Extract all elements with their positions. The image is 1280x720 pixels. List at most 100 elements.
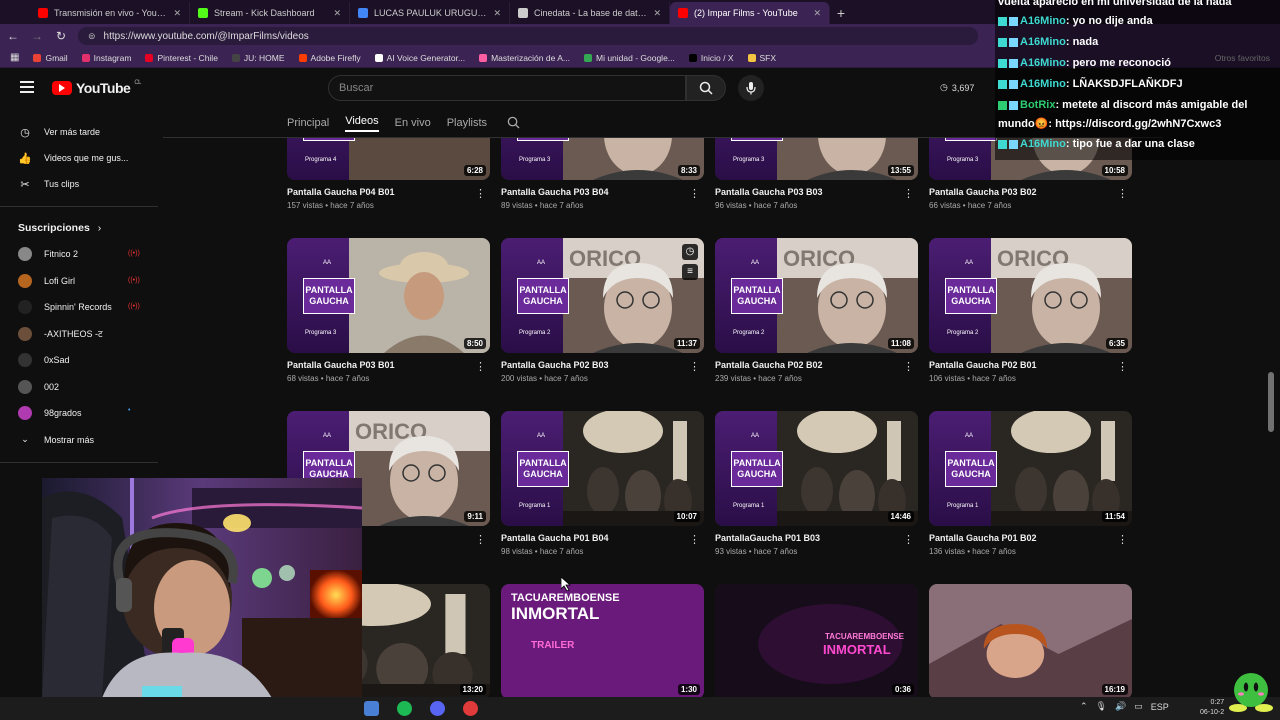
video-card[interactable]: PANTALLA GAUCHA AA Programa 1 11:54 Pantalla… — [929, 411, 1132, 556]
add-to-queue-icon[interactable]: ≡ — [682, 264, 698, 280]
video-title[interactable]: Pantalla Gaucha P02 B01 — [929, 360, 1132, 370]
sidebar-item[interactable]: ✂ Tus clips — [18, 176, 79, 192]
video-card[interactable]: PANTALLA GAUCHA AA Programa 1 14:46 Pantalla… — [715, 411, 918, 556]
more-options-icon[interactable]: ⋮ — [903, 187, 914, 200]
video-thumbnail[interactable]: TACUAREMBOENSE INMORTAL TRAILER 1:30 — [501, 584, 704, 698]
subscription-item[interactable]: 98grados — [18, 405, 82, 421]
more-options-icon[interactable]: ⋮ — [689, 533, 700, 546]
tab-principal[interactable]: Principal — [287, 117, 329, 129]
bookmark-item[interactable]: JU: HOME — [231, 53, 285, 63]
close-icon[interactable]: ✕ — [653, 8, 661, 19]
browser-tab[interactable]: Stream - Kick Dashboard ✕ — [190, 2, 350, 24]
apps-icon[interactable]: ▦ — [10, 52, 19, 63]
obs-icon[interactable] — [463, 701, 478, 716]
bookmark-item[interactable]: Pinterest - Chile — [145, 53, 218, 63]
bookmark-item[interactable]: Inicio / X — [688, 53, 734, 63]
clock[interactable]: 0:27 06-10-2 — [1200, 697, 1224, 718]
video-card[interactable]: 16:19 — [929, 584, 1132, 698]
bookmark-item[interactable]: Mi unidad - Google... — [583, 53, 675, 63]
video-card[interactable]: TACUAREMBOENSE INMORTAL TRAILER 1:30 — [501, 584, 704, 698]
video-thumbnail[interactable]: PANTALLA GAUCHA AA Programa 3 8:50 — [287, 238, 490, 353]
menu-icon[interactable] — [20, 81, 34, 93]
video-title[interactable]: Pantalla Gaucha P02 B02 — [715, 360, 918, 370]
subscription-item[interactable]: Lofi Girl — [18, 273, 75, 289]
video-thumbnail[interactable]: TACUAREMBOENSE INMORTAL 0:36 — [715, 584, 918, 698]
browser-tab[interactable]: (2) Impar Films - YouTube ✕ — [670, 2, 830, 24]
more-options-icon[interactable]: ⋮ — [475, 533, 486, 546]
video-thumbnail[interactable]: 16:19 — [929, 584, 1132, 698]
subscription-item[interactable]: Fitnico 2 — [18, 246, 78, 262]
video-thumbnail[interactable]: PANTALLA GAUCHA AA Programa 1 11:54 — [929, 411, 1132, 526]
video-thumbnail[interactable]: ORICOPANTALLA GAUCHAAAPrograma 313:55 — [715, 138, 918, 180]
video-thumbnail[interactable]: ORICO PANTALLA GAUCHA AA Programa 2 ◷ ≡ 11:37 — [501, 238, 704, 353]
video-thumbnail[interactable]: ORICOPANTALLA GAUCHAAAPrograma 38:33 — [501, 138, 704, 180]
video-thumbnail[interactable]: PANTALLA GAUCHAAAPrograma 46:28 — [287, 138, 490, 180]
subscription-item[interactable]: 002 — [18, 379, 59, 395]
page-scrollbar-thumb[interactable] — [1268, 372, 1274, 432]
video-thumbnail[interactable]: PANTALLA GAUCHA AA Programa 1 10:07 — [501, 411, 704, 526]
new-tab-button[interactable]: + — [830, 2, 852, 24]
bookmark-item[interactable]: Masterización de A... — [479, 53, 570, 63]
sidebar-item[interactable]: 👍 Videos que me gus... — [18, 150, 128, 166]
url-field[interactable]: ⊜ https://www.youtube.com/@ImparFilms/vi… — [78, 27, 978, 45]
close-icon[interactable]: ✕ — [493, 8, 501, 19]
subscriptions-header[interactable]: Suscripciones › — [18, 222, 101, 234]
sidebar-item[interactable]: ◷ Ver más tarde — [18, 124, 100, 140]
channel-search-icon[interactable] — [507, 116, 520, 129]
close-icon[interactable]: ✕ — [173, 8, 181, 19]
bookmark-item[interactable]: Gmail — [33, 53, 68, 63]
volume-icon[interactable]: 🔊 — [1115, 701, 1126, 712]
browser-tab[interactable]: Transmisión en vivo - YouTube St ✕ — [30, 2, 190, 24]
show-more-button[interactable]: ⌄ Mostrar más — [18, 432, 94, 448]
discord-icon[interactable] — [430, 701, 445, 716]
video-title[interactable]: Pantalla Gaucha P03 B02 — [929, 187, 1132, 197]
search-input[interactable]: Buscar — [328, 75, 686, 101]
subscription-item[interactable]: Spinnin' Records — [18, 299, 112, 315]
spotify-icon[interactable] — [397, 701, 412, 716]
video-card[interactable]: ORICO PANTALLA GAUCHA AA Programa 2 ◷ ≡ 11:37 P… — [501, 238, 704, 383]
more-options-icon[interactable]: ⋮ — [903, 533, 914, 546]
battery-icon[interactable]: ▭ — [1134, 701, 1143, 712]
video-title[interactable]: Pantalla Gaucha P04 B01 — [287, 187, 490, 197]
video-thumbnail[interactable]: PANTALLA GAUCHA AA Programa 1 14:46 — [715, 411, 918, 526]
video-thumbnail[interactable]: ORICO PANTALLA GAUCHA AA Programa 2 11:08 — [715, 238, 918, 353]
video-card[interactable]: TACUAREMBOENSE INMORTAL 0:36 — [715, 584, 918, 698]
tab-playlists[interactable]: Playlists — [447, 117, 487, 129]
subscription-item[interactable]: -AXITHEOS -ट — [18, 326, 103, 342]
file-explorer-icon[interactable] — [364, 701, 379, 716]
tab-videos[interactable]: Videos — [345, 115, 379, 132]
more-options-icon[interactable]: ⋮ — [475, 360, 486, 373]
youtube-logo[interactable]: YouTube CL — [52, 80, 141, 96]
close-icon[interactable]: ✕ — [813, 8, 821, 19]
video-thumbnail[interactable]: ORICO PANTALLA GAUCHA AA Programa 2 6:35 — [929, 238, 1132, 353]
bookmark-item[interactable]: Instagram — [81, 53, 131, 63]
browser-tab[interactable]: LUCAS PAULUK URUGUAY - Busc ✕ — [350, 2, 510, 24]
reload-icon[interactable]: ↻ — [54, 29, 68, 43]
subscription-item[interactable]: 0xSad — [18, 352, 70, 368]
browser-tab[interactable]: Cinedata - La base de datos del ✕ — [510, 2, 670, 24]
more-options-icon[interactable]: ⋮ — [1117, 187, 1128, 200]
more-options-icon[interactable]: ⋮ — [475, 187, 486, 200]
more-options-icon[interactable]: ⋮ — [903, 360, 914, 373]
watch-later-icon[interactable]: ◷ — [682, 244, 698, 260]
forward-icon[interactable]: → — [30, 29, 44, 43]
video-card[interactable]: PANTALLA GAUCHAAAPrograma 46:28 Pantalla … — [287, 138, 490, 210]
video-title[interactable]: Pantalla Gaucha P03 B01 — [287, 360, 490, 370]
video-title[interactable]: Pantalla Gaucha P03 B04 — [501, 187, 704, 197]
video-title[interactable]: Pantalla Gaucha P01 B04 — [501, 533, 704, 543]
video-title[interactable]: PantallaGaucha P01 B03 — [715, 533, 918, 543]
video-card[interactable]: ORICOPANTALLA GAUCHAAAPrograma 38:33 Pant… — [501, 138, 704, 210]
bookmark-item[interactable]: AI Voice Generator... — [374, 53, 465, 63]
video-title[interactable]: Pantalla Gaucha P01 B02 — [929, 533, 1132, 543]
video-card[interactable]: ORICO PANTALLA GAUCHA AA Programa 2 11:08 Pan… — [715, 238, 918, 383]
search-button[interactable] — [686, 75, 726, 101]
more-options-icon[interactable]: ⋮ — [689, 360, 700, 373]
close-icon[interactable]: ✕ — [333, 8, 341, 19]
back-icon[interactable]: ← — [6, 29, 20, 43]
more-options-icon[interactable]: ⋮ — [1117, 360, 1128, 373]
microphone-tray-icon[interactable]: 🎙 — [1096, 701, 1107, 712]
bookmark-item[interactable]: SFX — [747, 53, 776, 63]
language-indicator[interactable]: ESP — [1151, 702, 1169, 712]
video-card[interactable]: ORICO PANTALLA GAUCHA AA Programa 2 6:35 Pant… — [929, 238, 1132, 383]
chevron-up-icon[interactable]: ⌃ — [1080, 701, 1088, 712]
